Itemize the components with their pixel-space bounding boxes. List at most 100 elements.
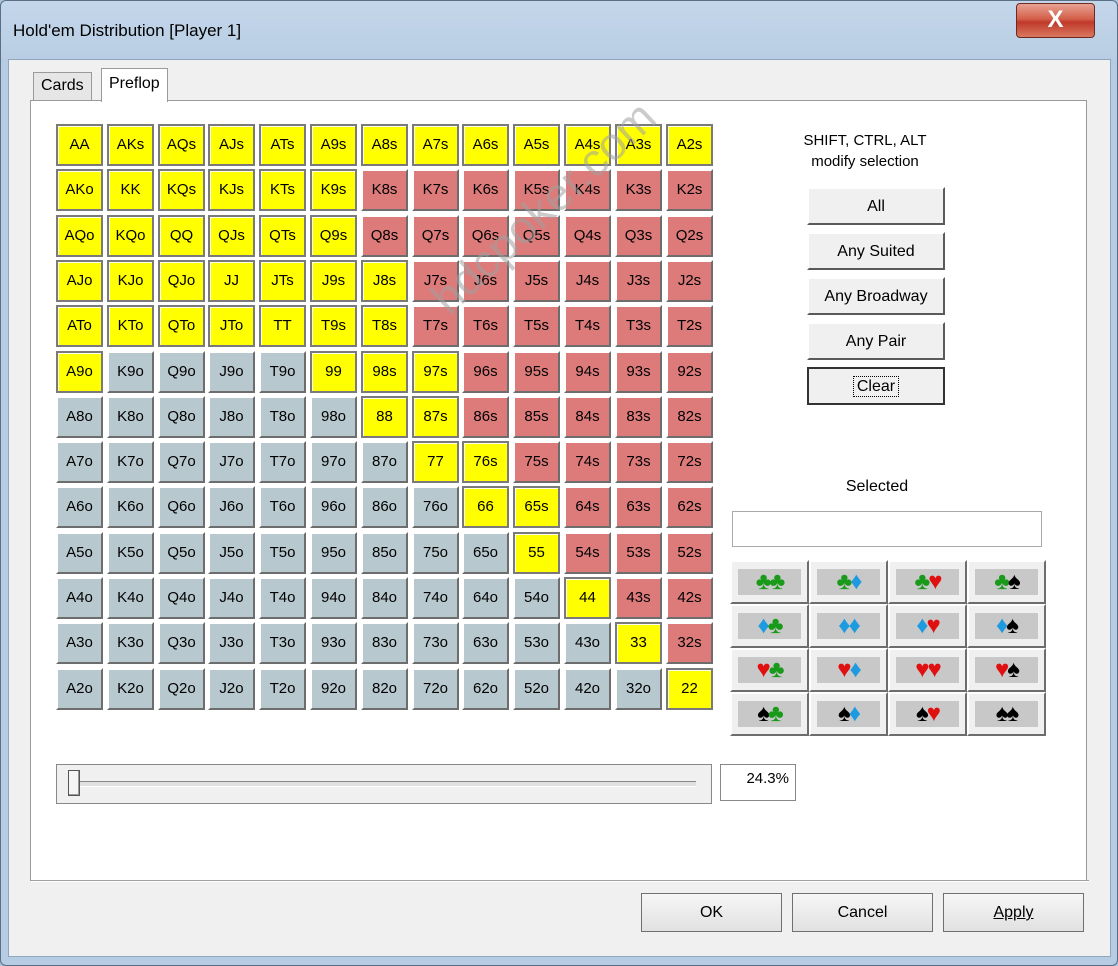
hand-cell-A6s[interactable]: A6s (462, 124, 509, 166)
hand-cell-Q5s[interactable]: Q5s (513, 215, 560, 257)
hand-cell-85s[interactable]: 85s (513, 396, 560, 438)
hand-cell-JTo[interactable]: JTo (208, 305, 255, 347)
hand-cell-74s[interactable]: 74s (564, 441, 611, 483)
hand-cell-QTs[interactable]: QTs (259, 215, 306, 257)
hand-cell-T4s[interactable]: T4s (564, 305, 611, 347)
hand-cell-95s[interactable]: 95s (513, 351, 560, 393)
hand-cell-K2o[interactable]: K2o (107, 668, 154, 710)
hand-cell-82s[interactable]: 82s (666, 396, 713, 438)
apply-button[interactable]: Apply (943, 893, 1084, 932)
suit-combo-club-spade-button[interactable]: ♣♠ (967, 560, 1046, 604)
hand-cell-A3o[interactable]: A3o (56, 622, 103, 664)
hand-cell-87o[interactable]: 87o (361, 441, 408, 483)
hand-cell-A5o[interactable]: A5o (56, 532, 103, 574)
select-all-button[interactable]: All (807, 187, 945, 225)
hand-cell-97s[interactable]: 97s (412, 351, 459, 393)
hand-cell-84s[interactable]: 84s (564, 396, 611, 438)
hand-cell-43o[interactable]: 43o (564, 622, 611, 664)
hand-cell-Q8s[interactable]: Q8s (361, 215, 408, 257)
hand-cell-ATo[interactable]: ATo (56, 305, 103, 347)
suit-combo-heart-heart-button[interactable]: ♥♥ (888, 648, 967, 692)
hand-cell-AQs[interactable]: AQs (158, 124, 205, 166)
hand-cell-JTs[interactable]: JTs (259, 260, 306, 302)
hand-cell-93o[interactable]: 93o (310, 622, 357, 664)
hand-cell-AJo[interactable]: AJo (56, 260, 103, 302)
hand-cell-QJs[interactable]: QJs (208, 215, 255, 257)
close-button[interactable]: X (1016, 3, 1095, 38)
hand-cell-A6o[interactable]: A6o (56, 486, 103, 528)
suit-combo-spade-heart-button[interactable]: ♠♥ (888, 692, 967, 736)
hand-cell-J9s[interactable]: J9s (310, 260, 357, 302)
hand-cell-A4o[interactable]: A4o (56, 577, 103, 619)
hand-cell-63s[interactable]: 63s (615, 486, 662, 528)
hand-cell-66[interactable]: 66 (462, 486, 509, 528)
hand-cell-A7s[interactable]: A7s (412, 124, 459, 166)
hand-cell-TT[interactable]: TT (259, 305, 306, 347)
hand-cell-94s[interactable]: 94s (564, 351, 611, 393)
hand-cell-96o[interactable]: 96o (310, 486, 357, 528)
hand-cell-K8o[interactable]: K8o (107, 396, 154, 438)
hand-cell-T9o[interactable]: T9o (259, 351, 306, 393)
hand-cell-Q9s[interactable]: Q9s (310, 215, 357, 257)
hand-cell-86s[interactable]: 86s (462, 396, 509, 438)
hand-cell-Q7o[interactable]: Q7o (158, 441, 205, 483)
hand-cell-96s[interactable]: 96s (462, 351, 509, 393)
suit-combo-diamond-club-button[interactable]: ♦♣ (730, 604, 809, 648)
hand-cell-54o[interactable]: 54o (513, 577, 560, 619)
hand-cell-83s[interactable]: 83s (615, 396, 662, 438)
hand-cell-KTo[interactable]: KTo (107, 305, 154, 347)
hand-cell-J4s[interactable]: J4s (564, 260, 611, 302)
hand-cell-Q8o[interactable]: Q8o (158, 396, 205, 438)
hand-cell-95o[interactable]: 95o (310, 532, 357, 574)
hand-cell-85o[interactable]: 85o (361, 532, 408, 574)
hand-cell-84o[interactable]: 84o (361, 577, 408, 619)
hand-cell-52s[interactable]: 52s (666, 532, 713, 574)
hand-cell-Q9o[interactable]: Q9o (158, 351, 205, 393)
suit-combo-spade-spade-button[interactable]: ♠♠ (967, 692, 1046, 736)
hand-cell-KK[interactable]: KK (107, 169, 154, 211)
hand-cell-J2o[interactable]: J2o (208, 668, 255, 710)
hand-cell-74o[interactable]: 74o (412, 577, 459, 619)
hand-cell-QJo[interactable]: QJo (158, 260, 205, 302)
suit-combo-heart-diamond-button[interactable]: ♥♦ (809, 648, 888, 692)
hand-cell-T5s[interactable]: T5s (513, 305, 560, 347)
hand-cell-T4o[interactable]: T4o (259, 577, 306, 619)
hand-cell-Q7s[interactable]: Q7s (412, 215, 459, 257)
hand-cell-53s[interactable]: 53s (615, 532, 662, 574)
hand-cell-T7s[interactable]: T7s (412, 305, 459, 347)
hand-cell-J9o[interactable]: J9o (208, 351, 255, 393)
hand-cell-KQo[interactable]: KQo (107, 215, 154, 257)
cancel-button[interactable]: Cancel (792, 893, 933, 932)
tab-preflop[interactable]: Preflop (101, 68, 168, 102)
hand-cell-92s[interactable]: 92s (666, 351, 713, 393)
suit-combo-club-diamond-button[interactable]: ♣♦ (809, 560, 888, 604)
hand-cell-55[interactable]: 55 (513, 532, 560, 574)
hand-cell-A8o[interactable]: A8o (56, 396, 103, 438)
hand-cell-54s[interactable]: 54s (564, 532, 611, 574)
suit-combo-diamond-heart-button[interactable]: ♦♥ (888, 604, 967, 648)
hand-cell-KQs[interactable]: KQs (158, 169, 205, 211)
suit-combo-diamond-spade-button[interactable]: ♦♠ (967, 604, 1046, 648)
hand-cell-K9s[interactable]: K9s (310, 169, 357, 211)
hand-cell-A5s[interactable]: A5s (513, 124, 560, 166)
hand-cell-T2o[interactable]: T2o (259, 668, 306, 710)
hand-cell-ATs[interactable]: ATs (259, 124, 306, 166)
hand-cell-J2s[interactable]: J2s (666, 260, 713, 302)
hand-cell-J5s[interactable]: J5s (513, 260, 560, 302)
hand-cell-88[interactable]: 88 (361, 396, 408, 438)
hand-cell-52o[interactable]: 52o (513, 668, 560, 710)
hand-cell-K7s[interactable]: K7s (412, 169, 459, 211)
hand-cell-63o[interactable]: 63o (462, 622, 509, 664)
hand-cell-J7o[interactable]: J7o (208, 441, 255, 483)
hand-cell-A4s[interactable]: A4s (564, 124, 611, 166)
hand-cell-22[interactable]: 22 (666, 668, 713, 710)
hand-cell-76s[interactable]: 76s (462, 441, 509, 483)
hand-cell-94o[interactable]: 94o (310, 577, 357, 619)
hand-cell-98o[interactable]: 98o (310, 396, 357, 438)
hand-cell-K3o[interactable]: K3o (107, 622, 154, 664)
hand-cell-K5o[interactable]: K5o (107, 532, 154, 574)
hand-cell-T3o[interactable]: T3o (259, 622, 306, 664)
hand-cell-J3o[interactable]: J3o (208, 622, 255, 664)
hand-cell-K5s[interactable]: K5s (513, 169, 560, 211)
hand-cell-64s[interactable]: 64s (564, 486, 611, 528)
